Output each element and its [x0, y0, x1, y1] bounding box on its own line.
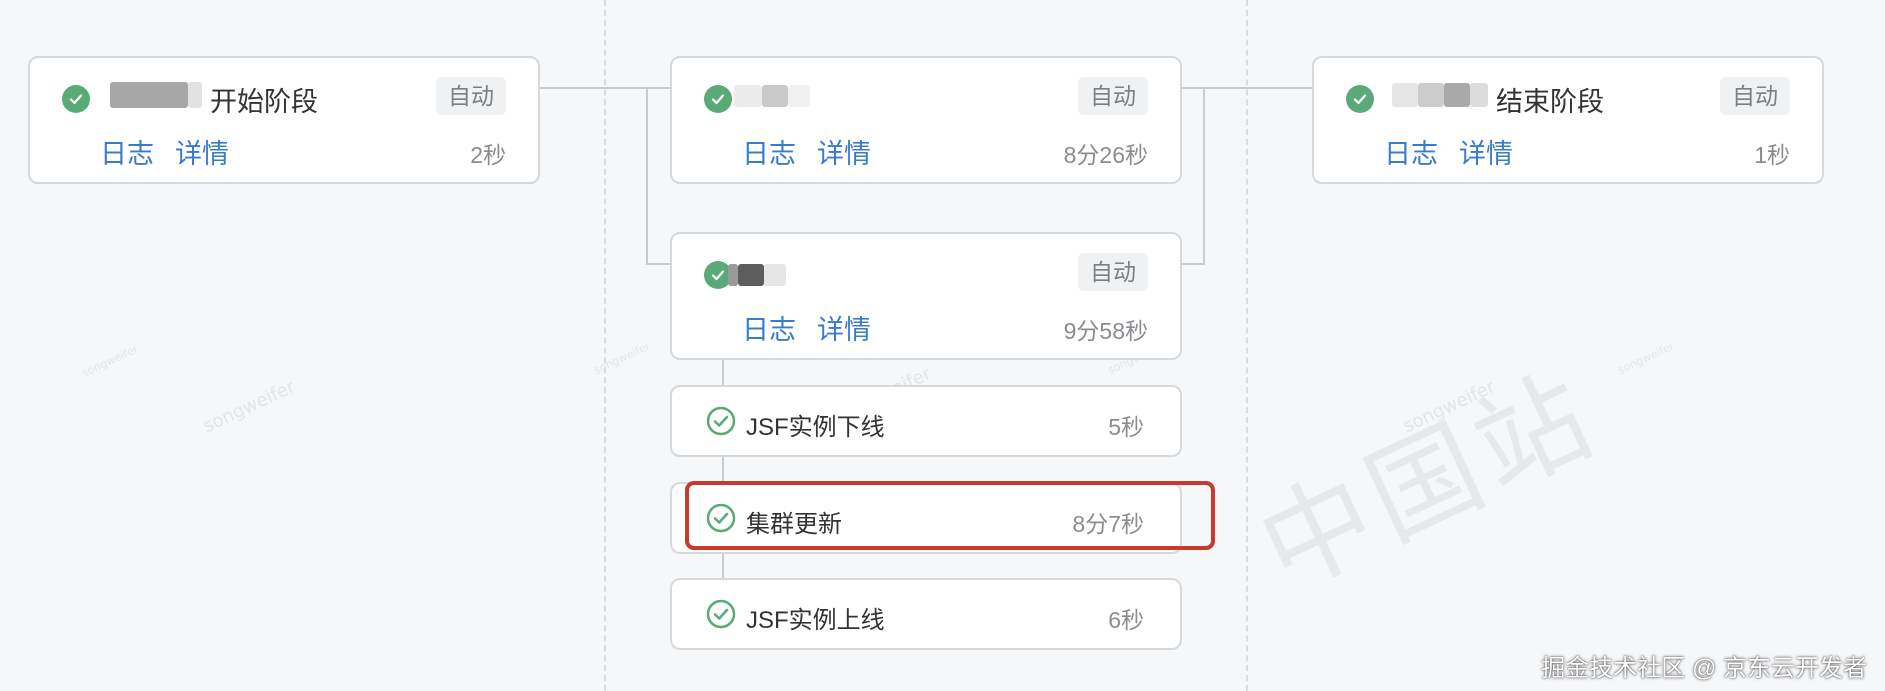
- stage-title: 开始阶段: [210, 87, 318, 117]
- redacted-stage-name: [1392, 83, 1418, 107]
- log-link[interactable]: 日志: [100, 132, 154, 171]
- connector-line: [1180, 263, 1204, 265]
- watermark-large-text: 中国站: [1240, 348, 1616, 615]
- detail-link[interactable]: 详情: [1459, 132, 1513, 171]
- check-circle-filled-icon: [1346, 85, 1374, 113]
- highlight-box: [685, 481, 1215, 550]
- log-link[interactable]: 日志: [742, 308, 796, 347]
- stage-card-middle-bottom[interactable]: 自动 日志 详情 9分58秒: [670, 232, 1182, 360]
- check-circle-outline-icon: [706, 599, 736, 629]
- detail-link[interactable]: 详情: [817, 132, 871, 171]
- redacted-stage-name: [1444, 83, 1470, 107]
- redacted-stage-name: [764, 264, 786, 286]
- stage-duration: 9分58秒: [1063, 318, 1148, 344]
- redacted-stage-name: [738, 264, 764, 286]
- auto-tag: 自动: [1720, 77, 1790, 115]
- watermark-text: songweifer: [1616, 339, 1677, 377]
- check-circle-filled-icon: [62, 85, 90, 113]
- watermark-text: songweifer: [80, 342, 141, 380]
- redacted-stage-name: [188, 82, 202, 108]
- redacted-stage-name: [1418, 83, 1444, 107]
- step-label: JSF实例上线: [746, 607, 885, 634]
- stage-card-end[interactable]: 结束阶段 自动 日志 详情 1秒: [1312, 56, 1824, 184]
- detail-link[interactable]: 详情: [175, 132, 229, 171]
- redacted-stage-name: [728, 264, 738, 286]
- stage-card-start[interactable]: 开始阶段 自动 日志 详情 2秒: [28, 56, 540, 184]
- auto-tag: 自动: [1078, 77, 1148, 115]
- column-divider: [604, 0, 606, 691]
- auto-tag: 自动: [1078, 253, 1148, 291]
- step-card[interactable]: JSF实例下线 5秒: [670, 385, 1182, 457]
- connector-line: [646, 87, 648, 265]
- stage-duration: 2秒: [470, 142, 506, 168]
- stage-title: 结束阶段: [1496, 87, 1604, 117]
- connector-line: [646, 263, 670, 265]
- log-link[interactable]: 日志: [742, 132, 796, 171]
- pipeline-canvas: songweifer songweifer songweifer songwei…: [0, 0, 1885, 691]
- log-link[interactable]: 日志: [1384, 132, 1438, 171]
- connector-line: [1180, 87, 1314, 89]
- stage-duration: 1秒: [1754, 142, 1790, 168]
- detail-link[interactable]: 详情: [817, 308, 871, 347]
- step-duration: 5秒: [1108, 414, 1144, 440]
- stage-card-middle-top[interactable]: 自动 日志 详情 8分26秒: [670, 56, 1182, 184]
- check-circle-outline-icon: [706, 406, 736, 436]
- redacted-stage-name: [788, 85, 810, 107]
- step-duration: 6秒: [1108, 607, 1144, 633]
- connector-line: [538, 87, 670, 89]
- redacted-stage-name: [762, 85, 788, 107]
- redacted-stage-name: [110, 82, 188, 108]
- watermark-text: songweifer: [592, 339, 653, 377]
- step-label: JSF实例下线: [746, 414, 885, 441]
- column-divider: [1246, 0, 1248, 691]
- connector-line: [1203, 87, 1205, 265]
- auto-tag: 自动: [436, 77, 506, 115]
- stage-duration: 8分26秒: [1063, 142, 1148, 168]
- footer-credit: 掘金技术社区 @ 京东云开发者: [1541, 655, 1867, 682]
- redacted-stage-name: [1470, 83, 1488, 107]
- check-circle-filled-icon: [704, 85, 732, 113]
- step-card[interactable]: JSF实例上线 6秒: [670, 578, 1182, 650]
- watermark-text: songweifer: [200, 376, 299, 438]
- redacted-stage-name: [734, 85, 762, 107]
